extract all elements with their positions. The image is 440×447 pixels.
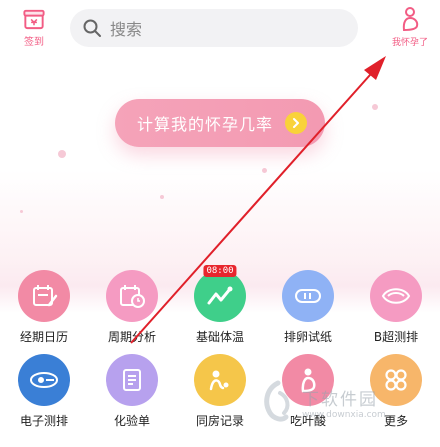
- electronic-tester-icon: [18, 354, 70, 406]
- watermark: 下软件园 www.downxia.com: [258, 372, 440, 432]
- pregnant-label: 我怀孕了: [391, 38, 428, 48]
- tool-lab-report[interactable]: 化验单: [92, 354, 172, 434]
- decor-dot: [372, 104, 378, 110]
- tool-electronic-test[interactable]: 电子测排: [4, 354, 84, 434]
- tool-label: 同房记录: [195, 414, 244, 428]
- search-placeholder: 搜索: [110, 20, 143, 39]
- tool-label: 电子测排: [19, 414, 68, 428]
- time-badge: 08:00: [203, 265, 237, 277]
- checkin-button[interactable]: 签到: [16, 6, 52, 48]
- calendar-icon: [18, 270, 70, 322]
- tool-cycle-analysis[interactable]: 周期分析: [92, 270, 172, 350]
- tool-label: 基础体温: [195, 330, 244, 344]
- decor-dot: [160, 195, 164, 199]
- gift-box-icon: [23, 9, 45, 30]
- temperature-chart-icon: 08:00: [194, 265, 246, 322]
- calculate-chance-label: 计算我的怀孕几率: [137, 115, 274, 134]
- tool-label: B超测排: [373, 330, 419, 344]
- tool-label: 周期分析: [107, 330, 156, 344]
- tool-label: 化验单: [113, 414, 150, 428]
- search-icon: [83, 19, 101, 37]
- ultrasound-icon: [370, 270, 422, 322]
- decor-dot: [58, 150, 66, 158]
- watermark-logo-icon: [264, 380, 290, 422]
- decor-dot: [20, 210, 23, 213]
- tool-intimacy-record[interactable]: 同房记录: [180, 354, 260, 434]
- decor-dot: [262, 168, 267, 173]
- document-icon: [106, 354, 158, 406]
- tool-basal-temperature[interactable]: 08:00 基础体温: [180, 265, 260, 350]
- tool-ovulation-strip[interactable]: 排卵试纸: [268, 270, 348, 350]
- tool-label: 排卵试纸: [283, 330, 332, 344]
- watermark-main: 下软件园: [302, 389, 378, 410]
- checkin-label: 签到: [24, 37, 44, 48]
- watermark-sub: www.downxia.com: [302, 409, 386, 420]
- tool-period-calendar[interactable]: 经期日历: [4, 270, 84, 350]
- calculate-chance-button[interactable]: 计算我的怀孕几率: [115, 99, 325, 147]
- calendar-clock-icon: [106, 270, 158, 322]
- test-strip-icon: [282, 270, 334, 322]
- tool-label: 经期日历: [19, 330, 68, 344]
- pregnant-button[interactable]: 我怀孕了: [385, 6, 435, 48]
- search-bar[interactable]: 搜索: [70, 9, 358, 47]
- couple-icon: [194, 354, 246, 406]
- pregnant-woman-icon: [402, 7, 419, 32]
- chevron-right-icon: [285, 112, 307, 134]
- tool-ultrasound[interactable]: B超测排: [356, 270, 436, 350]
